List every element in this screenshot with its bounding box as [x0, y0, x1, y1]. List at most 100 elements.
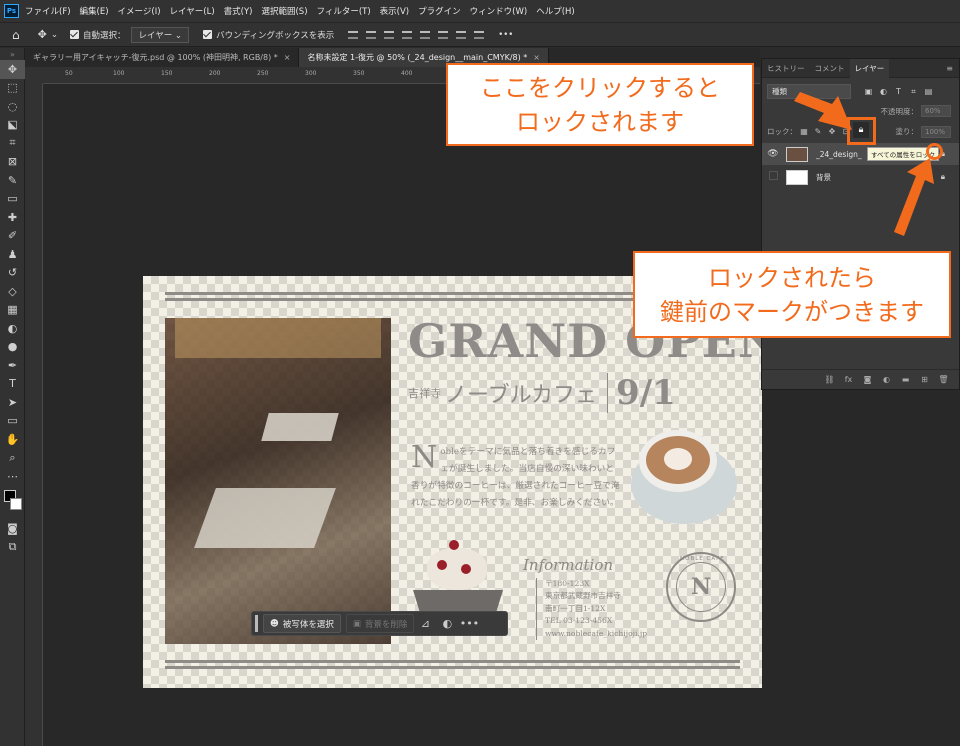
info-line: 〒180-123X: [545, 579, 590, 588]
collapse-icon[interactable]: »: [0, 48, 25, 60]
history-brush-icon[interactable]: ↺: [0, 264, 25, 283]
auto-select-dropdown[interactable]: レイヤー ⌄: [131, 26, 190, 43]
adjustment-icon[interactable]: ◐: [436, 617, 458, 630]
object-select-tool-icon[interactable]: ⬕: [0, 116, 25, 135]
menu-file[interactable]: ファイル(F): [25, 5, 71, 17]
berry: [449, 540, 459, 550]
opacity-input[interactable]: 60%: [921, 105, 951, 117]
marquee-tool-icon[interactable]: ⬚: [0, 79, 25, 98]
tab-gallery-doc[interactable]: ギャラリー用アイキャッチ-復元.psd @ 100% (神田明神, RGB/8)…: [25, 48, 300, 67]
menu-help[interactable]: ヘルプ(H): [536, 5, 575, 17]
eyedropper-tool-icon[interactable]: ✎: [0, 171, 25, 190]
zoom-tool-icon[interactable]: ⌕: [0, 449, 25, 468]
align-middle-icon[interactable]: [438, 30, 449, 39]
blur-tool-icon[interactable]: ◐: [0, 319, 25, 338]
transform-icon[interactable]: ⊿: [414, 617, 436, 630]
lasso-tool-icon[interactable]: ◌: [0, 97, 25, 116]
align-left-icon[interactable]: [348, 30, 359, 39]
panel-menu-icon[interactable]: ≡: [946, 64, 953, 73]
align-right-icon[interactable]: [384, 30, 395, 39]
move-tool-icon[interactable]: ✥: [38, 28, 47, 41]
quick-mask-icon[interactable]: ◙: [0, 520, 25, 539]
auto-select-checkbox[interactable]: 自動選択：: [69, 29, 125, 41]
lock-image-icon[interactable]: ✎: [811, 125, 825, 138]
eraser-tool-icon[interactable]: ◇: [0, 282, 25, 301]
filter-type-icon[interactable]: T: [891, 87, 906, 96]
delete-layer-icon[interactable]: 🗑︎: [936, 375, 951, 384]
bounding-box-checkbox[interactable]: バウンディングボックスを表示: [203, 29, 334, 41]
menu-select[interactable]: 選択範囲(S): [261, 5, 307, 17]
align-vertical-distribute-icon[interactable]: [474, 30, 485, 39]
gradient-tool-icon[interactable]: ▦: [0, 301, 25, 320]
vertical-ruler: [25, 84, 43, 746]
subheadline: 吉祥寺 ノーブルカフェ 9/1: [408, 373, 676, 413]
tool-preset-chevron-icon[interactable]: ⌄: [51, 30, 58, 40]
add-mask-icon[interactable]: ◙: [860, 375, 875, 384]
tab-comments[interactable]: コメント: [810, 59, 850, 78]
background-color-swatch[interactable]: [10, 497, 22, 510]
frame-tool-icon[interactable]: ⊠: [0, 153, 25, 172]
layer-filter-dropdown[interactable]: 種類: [767, 84, 851, 99]
close-icon[interactable]: ×: [533, 53, 540, 62]
link-layers-icon[interactable]: ⛓: [822, 375, 837, 384]
dodge-tool-icon[interactable]: ●: [0, 338, 25, 357]
crop-tool-icon[interactable]: ⌗: [0, 134, 25, 153]
ruler-tick-label: 350: [353, 70, 365, 77]
path-select-tool-icon[interactable]: ➤: [0, 393, 25, 412]
filter-shape-icon[interactable]: ⌗: [906, 87, 921, 97]
information-title: Information: [523, 556, 614, 574]
menu-type[interactable]: 書式(Y): [224, 5, 253, 17]
filter-adjust-icon[interactable]: ◐: [876, 87, 891, 96]
menu-window[interactable]: ウィンドウ(W): [470, 5, 528, 17]
lock-all-highlight: [847, 117, 876, 145]
layer-style-icon[interactable]: fx: [841, 375, 856, 384]
select-subject-button[interactable]: ☻ 被写体を選択: [263, 614, 341, 633]
filter-pixel-icon[interactable]: ▣: [861, 87, 876, 96]
close-icon[interactable]: ×: [284, 53, 291, 62]
filter-smart-icon[interactable]: ▤: [921, 87, 936, 96]
stamp-tool-icon[interactable]: ♟: [0, 245, 25, 264]
healing-brush-icon[interactable]: ✚: [0, 208, 25, 227]
menu-plugins[interactable]: プラグイン: [418, 5, 461, 17]
hand-tool-icon[interactable]: ✋: [0, 430, 25, 449]
fill-input[interactable]: 100%: [921, 125, 951, 138]
tab-history[interactable]: ヒストリー: [762, 59, 810, 78]
brush-tool-icon[interactable]: ✐: [0, 227, 25, 246]
more-options-button[interactable]: •••: [498, 30, 513, 40]
visibility-eye-icon[interactable]: 👁: [762, 149, 784, 159]
align-top-icon[interactable]: [420, 30, 431, 39]
move-tool-icon[interactable]: ✥: [0, 60, 25, 79]
color-swatches[interactable]: [0, 486, 25, 520]
align-bottom-icon[interactable]: [456, 30, 467, 39]
menu-layer[interactable]: レイヤー(L): [170, 5, 215, 17]
info-line: www.noblecafe_kichijoji.jp: [545, 628, 648, 638]
type-tool-icon[interactable]: T: [0, 375, 25, 394]
layer-lock-icon: 🔒︎: [940, 172, 945, 181]
menu-image[interactable]: イメージ(I): [118, 5, 161, 17]
screen-mode-icon[interactable]: ⧉: [0, 538, 25, 557]
new-layer-icon[interactable]: ⊞: [917, 375, 932, 384]
rectangle-tool-icon[interactable]: ▭: [0, 412, 25, 431]
remove-background-label: 背景を削除: [364, 619, 408, 630]
adjustment-layer-icon[interactable]: ◐: [879, 375, 894, 384]
lock-transparent-icon[interactable]: ▦: [797, 125, 811, 138]
menu-edit[interactable]: 編集(E): [80, 5, 109, 17]
lock-position-icon[interactable]: ✥: [825, 125, 839, 138]
drag-handle[interactable]: [255, 615, 258, 632]
pen-tool-icon[interactable]: ✒: [0, 356, 25, 375]
visibility-toggle[interactable]: [762, 171, 784, 183]
more-icon[interactable]: •••: [458, 617, 480, 630]
menu-filter[interactable]: フィルター(T): [317, 5, 371, 17]
new-group-icon[interactable]: ▬: [898, 375, 913, 384]
more-tools-icon[interactable]: ⋯: [0, 467, 25, 486]
tab-layers[interactable]: レイヤー: [849, 58, 890, 78]
information-block: 〒180-123X 東京都武蔵野市吉祥寺 南町一丁目1-12X TEL 03-1…: [536, 578, 648, 641]
layer-row-background[interactable]: 背景 🔒︎: [762, 166, 959, 188]
remove-background-button[interactable]: ▣ 背景を削除: [345, 614, 415, 633]
align-center-icon[interactable]: [366, 30, 377, 39]
callout-lock-mark: ロックされたら 鍵前のマークがつきます: [633, 251, 951, 338]
home-icon[interactable]: ⌂: [12, 28, 20, 42]
align-distribute-icon[interactable]: [402, 30, 413, 39]
menu-view[interactable]: 表示(V): [380, 5, 409, 17]
ruler-tool-icon[interactable]: ▭: [0, 190, 25, 209]
